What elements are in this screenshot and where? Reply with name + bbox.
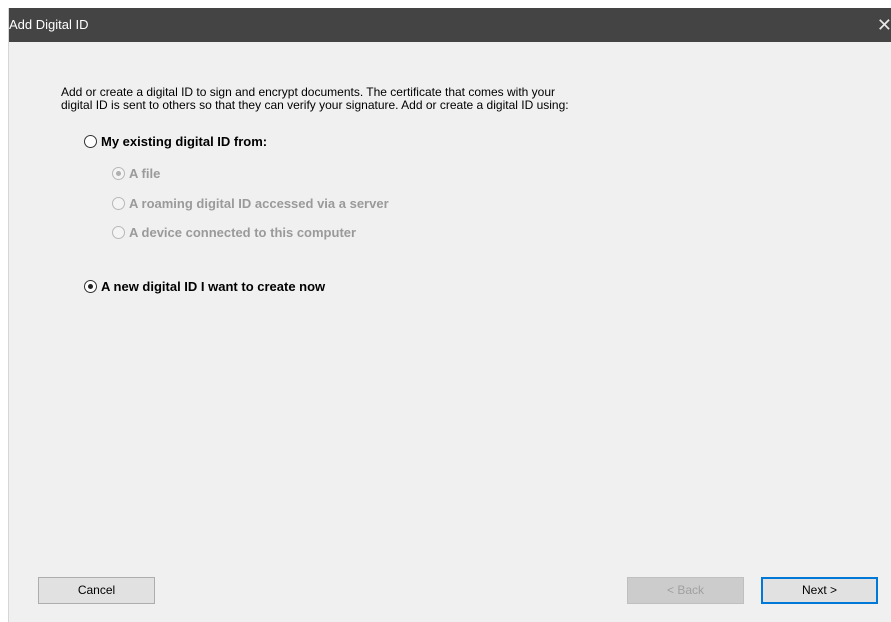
radio-roaming-label: A roaming digital ID accessed via a serv… [129,196,389,211]
radio-button-icon[interactable] [112,167,125,180]
radio-button-icon[interactable] [84,280,97,293]
radio-a-file-label: A file [129,166,161,181]
radio-new-label: A new digital ID I want to create now [101,279,326,294]
radio-button-icon[interactable] [112,197,125,210]
radio-button-icon[interactable] [84,135,97,148]
radio-button-icon[interactable] [112,226,125,239]
intro-text: Add or create a digital ID to sign and e… [61,86,741,112]
radio-roaming-digital-id[interactable]: A roaming digital ID accessed via a serv… [112,196,389,211]
cancel-button[interactable]: Cancel [38,577,155,604]
radio-device-label: A device connected to this computer [129,225,357,240]
close-icon[interactable]: ✕ [870,8,891,42]
next-button[interactable]: Next > [761,577,878,604]
radio-existing-label: My existing digital ID from: [101,134,268,149]
title-bar: Add Digital ID ✕ [9,8,891,42]
back-button[interactable]: < Back [627,577,744,604]
dialog-title: Add Digital ID [9,17,89,32]
intro-line-2: digital ID is sent to others so that the… [61,98,569,112]
radio-new-digital-id[interactable]: A new digital ID I want to create now [84,279,325,294]
radio-a-file[interactable]: A file [112,166,160,181]
radio-device-connected[interactable]: A device connected to this computer [112,225,356,240]
add-digital-id-dialog: Add Digital ID ✕ Add or create a digital… [8,8,891,622]
radio-existing-digital-id[interactable]: My existing digital ID from: [84,134,267,149]
